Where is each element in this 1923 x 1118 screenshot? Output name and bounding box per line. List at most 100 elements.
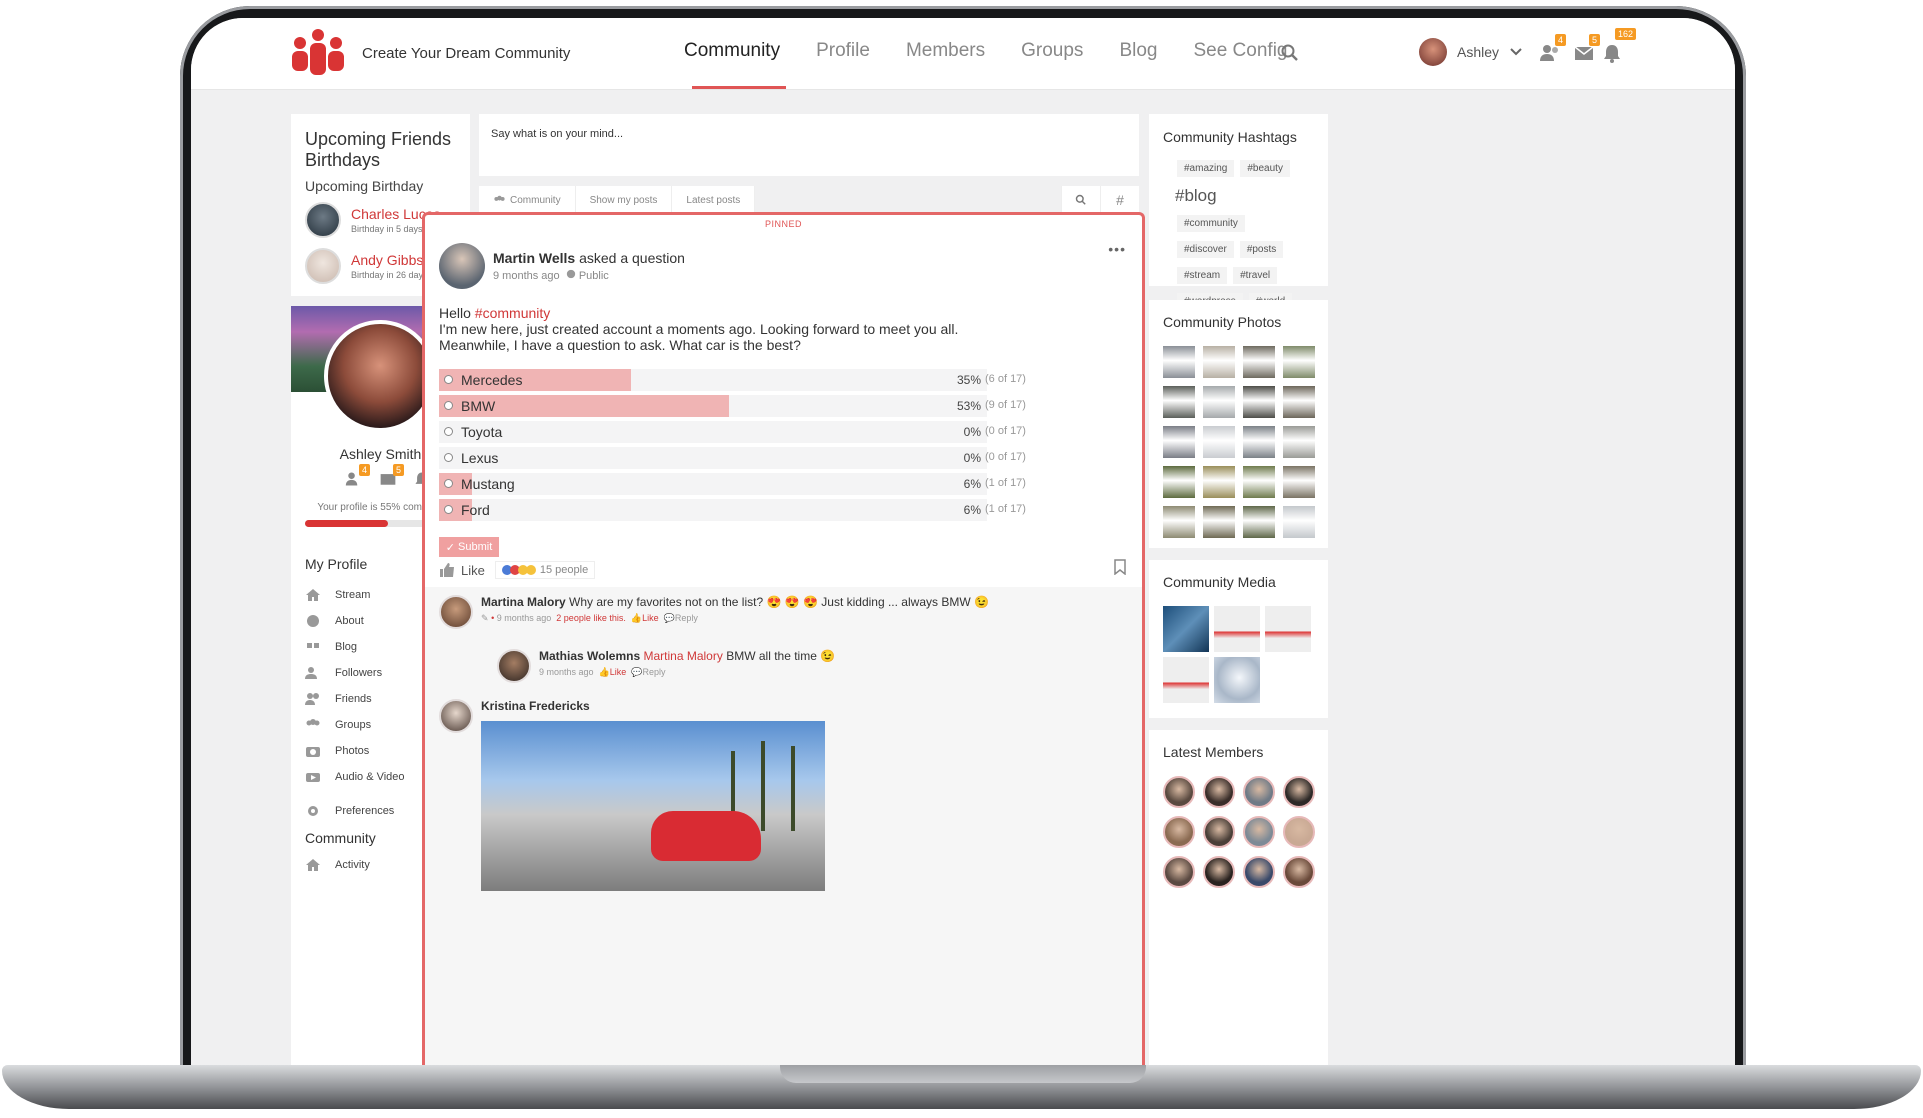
member-avatar[interactable] [1203,816,1235,848]
avatar[interactable] [305,248,341,284]
member-avatar[interactable] [1283,816,1315,848]
hashtag[interactable]: #travel [1233,267,1278,284]
radio-icon[interactable] [444,453,453,462]
poll-option[interactable]: Ford 6% [439,499,987,521]
menu-photos[interactable]: Photos [305,744,369,758]
poll-option[interactable]: BMW 53% [439,395,987,417]
hashtag[interactable]: #beauty [1240,160,1290,177]
member-avatar[interactable] [1163,816,1195,848]
birthday-item[interactable]: Andy Gibbs Birthday in 26 days. [305,248,430,284]
member-avatar[interactable] [1243,776,1275,808]
post-time[interactable]: 9 months ago [493,270,560,282]
photo-thumbnail[interactable] [1163,346,1195,378]
photo-thumbnail[interactable] [1163,466,1195,498]
comment-author[interactable]: Kristina Fredericks [481,699,590,713]
comment-photo[interactable] [481,721,825,891]
menu-about[interactable]: About [305,614,364,628]
menu-preferences[interactable]: Preferences [305,804,394,818]
photo-thumbnail[interactable] [1283,386,1315,418]
nav-community[interactable]: Community [684,40,787,90]
member-avatar[interactable] [1203,776,1235,808]
comment-author[interactable]: Martina Malory [481,595,566,609]
post-composer[interactable]: Say what is on your mind... [479,114,1139,176]
comment-avatar[interactable] [439,699,473,733]
filter-latest-posts[interactable]: Latest posts [672,186,756,214]
birthday-item[interactable]: Charles Lucas Birthday in 5 days. [305,202,441,238]
like-button[interactable]: Like [461,563,485,578]
reactions-summary[interactable]: 15 people [494,561,596,579]
poll-option[interactable]: Mercedes 35% [439,369,987,391]
comment-avatar[interactable] [497,649,531,683]
comment-reply[interactable]: 💬Reply [631,667,665,677]
radio-icon[interactable] [444,427,453,436]
photo-thumbnail[interactable] [1203,506,1235,538]
media-thumbnail[interactable] [1163,606,1209,652]
media-thumbnail[interactable] [1214,657,1260,703]
bell-icon[interactable] [1601,42,1623,64]
poll-submit-button[interactable]: ✓ Submit [439,537,499,557]
more-options-icon[interactable]: ••• [1108,241,1126,257]
bookmark-icon[interactable] [1114,559,1126,575]
menu-audio-video[interactable]: Audio & Video [305,770,405,784]
radio-icon[interactable] [444,375,453,384]
menu-friends[interactable]: Friends [305,692,372,706]
member-avatar[interactable] [1283,776,1315,808]
hashtag-icon[interactable]: # [1100,186,1139,214]
birthday-name[interactable]: Andy Gibbs [351,252,430,268]
photo-thumbnail[interactable] [1163,426,1195,458]
hashtag[interactable]: #posts [1239,241,1284,258]
chevron-down-icon[interactable] [1509,45,1523,59]
hashtag[interactable]: #amazing [1177,160,1235,177]
photo-thumbnail[interactable] [1283,506,1315,538]
photo-thumbnail[interactable] [1203,426,1235,458]
avatar[interactable] [305,202,341,238]
user-menu[interactable]: Ashley [1419,38,1523,66]
photo-thumbnail[interactable] [1243,466,1275,498]
media-thumbnail[interactable] [1163,657,1209,703]
comment-likes[interactable]: 2 people like this. [556,613,626,623]
user-avatar[interactable] [1419,38,1447,66]
nav-profile[interactable]: Profile [816,40,870,90]
poll-option[interactable]: Mustang 6% [439,473,987,495]
comment-like[interactable]: 👍Like [631,613,659,623]
member-avatar[interactable] [1283,856,1315,888]
post-hashtag[interactable]: #community [475,305,550,321]
comment-mention[interactable]: Martina Malory [643,649,722,663]
radio-icon[interactable] [444,479,453,488]
comment-avatar[interactable] [439,595,473,629]
photo-thumbnail[interactable] [1203,346,1235,378]
photo-thumbnail[interactable] [1283,346,1315,378]
member-avatar[interactable] [1243,856,1275,888]
logo-icon[interactable] [290,29,346,77]
media-thumbnail[interactable] [1214,606,1260,652]
filter-community[interactable]: Community [479,186,576,214]
member-avatar[interactable] [1163,776,1195,808]
nav-members[interactable]: Members [906,40,985,90]
photo-thumbnail[interactable] [1203,466,1235,498]
post-author-avatar[interactable] [439,243,485,289]
hashtag[interactable]: #stream [1177,267,1228,284]
search-icon[interactable] [1061,186,1100,214]
menu-stream[interactable]: Stream [305,588,370,602]
comment-like[interactable]: 👍Like [599,667,627,677]
menu-followers[interactable]: Followers [305,666,382,680]
radio-icon[interactable] [444,505,453,514]
radio-icon[interactable] [444,401,453,410]
mail-icon[interactable]: 5 [379,464,409,490]
photo-thumbnail[interactable] [1203,386,1235,418]
menu-groups[interactable]: Groups [305,718,371,732]
photo-thumbnail[interactable] [1243,346,1275,378]
edit-icon[interactable]: ✎ [481,613,489,623]
member-avatar[interactable] [1203,856,1235,888]
poll-option[interactable]: Lexus 0% [439,447,987,469]
post-author-name[interactable]: Martin Wells [493,250,575,266]
comment-reply[interactable]: 💬Reply [664,613,698,623]
nav-groups[interactable]: Groups [1021,40,1083,90]
thumbs-up-icon[interactable] [439,562,455,578]
photo-thumbnail[interactable] [1243,426,1275,458]
nav-see-config[interactable]: See Config [1193,40,1287,90]
comment-author[interactable]: Mathias Wolemns [539,649,640,663]
photo-thumbnail[interactable] [1243,386,1275,418]
member-avatar[interactable] [1163,856,1195,888]
hashtag[interactable]: #community [1177,215,1245,232]
